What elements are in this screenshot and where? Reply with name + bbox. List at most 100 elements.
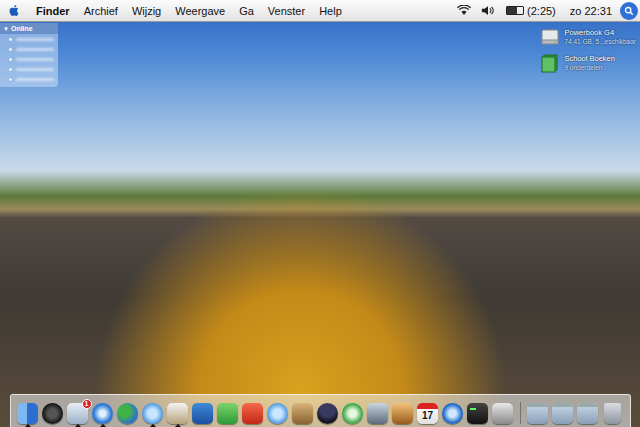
dock-separator (520, 402, 521, 424)
dock-item[interactable] (292, 403, 314, 427)
status-dot (8, 77, 13, 82)
buddy-row[interactable] (0, 64, 58, 74)
buddy-name-blur (16, 68, 54, 71)
buddy-list-header[interactable]: ▼ Online (0, 23, 58, 34)
finder-icon[interactable] (17, 403, 38, 424)
menu-bar: Finder ArchiefWijzigWeergaveGaVensterHel… (0, 0, 640, 22)
window-icon[interactable] (552, 403, 573, 424)
running-indicator (400, 424, 406, 427)
dock-item[interactable] (492, 403, 514, 427)
menu-item[interactable]: Weergave (168, 5, 232, 17)
quicktime-icon[interactable] (442, 403, 463, 424)
dock-item[interactable]: 17 (417, 403, 439, 427)
status-dot (8, 57, 13, 62)
dock-item[interactable] (392, 403, 414, 427)
prefs-icon[interactable] (492, 403, 513, 424)
word-icon[interactable] (192, 403, 213, 424)
status-dot (8, 37, 13, 42)
dock-item[interactable] (527, 403, 549, 427)
safari-icon[interactable] (92, 403, 113, 424)
dock-item[interactable] (267, 403, 289, 427)
spotlight-icon[interactable] (620, 2, 638, 20)
menu-item[interactable]: Archief (77, 5, 125, 17)
itunes-icon[interactable] (342, 403, 363, 424)
desktop-icon[interactable]: School Boeken 9 onderdelen (540, 53, 636, 73)
terminal-icon[interactable] (467, 403, 488, 424)
badge: 1 (82, 399, 92, 409)
dashboard-icon[interactable] (42, 403, 63, 424)
trash-icon[interactable] (604, 403, 621, 424)
menu-item[interactable]: Venster (261, 5, 312, 17)
folder-icon (540, 53, 560, 73)
window-icon[interactable] (527, 403, 548, 424)
buddy-name-blur (16, 48, 54, 51)
running-indicator (350, 424, 356, 427)
running-indicator (500, 424, 506, 427)
running-indicator (75, 424, 81, 427)
ichat-icon[interactable] (267, 403, 288, 424)
running-indicator (150, 424, 156, 427)
battery-time: (2:25) (527, 5, 556, 17)
running-indicator (585, 424, 591, 427)
status-dot (8, 47, 13, 52)
dock-item[interactable] (467, 403, 489, 427)
dock-item[interactable] (17, 403, 39, 427)
menu-item[interactable]: Wijzig (125, 5, 168, 17)
running-indicator (50, 424, 56, 427)
dock-item[interactable] (367, 403, 389, 427)
hard-disk-icon (540, 27, 560, 47)
dock-item[interactable] (142, 403, 164, 427)
dock-item[interactable] (317, 403, 339, 427)
apple-icon[interactable] (8, 4, 19, 17)
running-indicator (225, 424, 231, 427)
dock-item[interactable] (217, 403, 239, 427)
wifi-icon[interactable] (457, 5, 471, 16)
addressbook-icon[interactable] (292, 403, 313, 424)
desktop-icons: Powerbook G4 74,41 GB, 5...eschikbaar Sc… (540, 27, 636, 73)
running-indicator (475, 424, 481, 427)
menu-item[interactable]: Help (312, 5, 349, 17)
green-icon[interactable] (217, 403, 238, 424)
buddies-icon[interactable] (117, 403, 138, 424)
status-dot (8, 67, 13, 72)
battery-status[interactable]: (2:25) (506, 5, 556, 17)
dock-item[interactable] (602, 403, 624, 427)
volume-icon[interactable] (481, 5, 495, 16)
buddy-name-blur (16, 78, 54, 81)
dock-item[interactable] (42, 403, 64, 427)
buddy-row[interactable] (0, 34, 58, 44)
running-indicator (560, 424, 566, 427)
buddy-name-blur (16, 58, 54, 61)
buddy-row[interactable] (0, 54, 58, 64)
buddy-name-blur (16, 38, 54, 41)
buddy-row[interactable] (0, 74, 58, 84)
menu-item[interactable]: Finder (29, 5, 77, 17)
clock[interactable]: zo 22:31 (570, 5, 612, 17)
dock-item[interactable] (577, 403, 599, 427)
dock-item[interactable] (242, 403, 264, 427)
garageband-icon[interactable] (392, 403, 413, 424)
dock-item[interactable] (552, 403, 574, 427)
desktop: Finder ArchiefWijzigWeergaveGaVensterHel… (0, 0, 640, 427)
dock-item[interactable] (192, 403, 214, 427)
menu-item[interactable]: Ga (232, 5, 261, 17)
desktop-area: ▼ Online Powerbook G4 74,41 GB, 5...esch… (0, 22, 640, 394)
dock-item[interactable]: 1 (67, 403, 89, 427)
red-icon[interactable] (242, 403, 263, 424)
iphoto-icon[interactable] (367, 403, 388, 424)
wizard-icon[interactable] (317, 403, 338, 424)
dock-item[interactable] (117, 403, 139, 427)
ichat-icon[interactable] (142, 403, 163, 424)
ical-icon[interactable]: 17 (417, 403, 438, 424)
window-icon[interactable] (577, 403, 598, 424)
preview-icon[interactable] (167, 403, 188, 424)
buddy-row[interactable] (0, 44, 58, 54)
dock-item[interactable] (342, 403, 364, 427)
dock-item[interactable] (442, 403, 464, 427)
running-indicator (535, 424, 541, 427)
desktop-icon[interactable]: Powerbook G4 74,41 GB, 5...eschikbaar (540, 27, 636, 47)
dock-item[interactable] (167, 403, 189, 427)
running-indicator (450, 424, 456, 427)
dock-item[interactable] (92, 403, 114, 427)
buddy-list[interactable]: ▼ Online (0, 23, 58, 87)
